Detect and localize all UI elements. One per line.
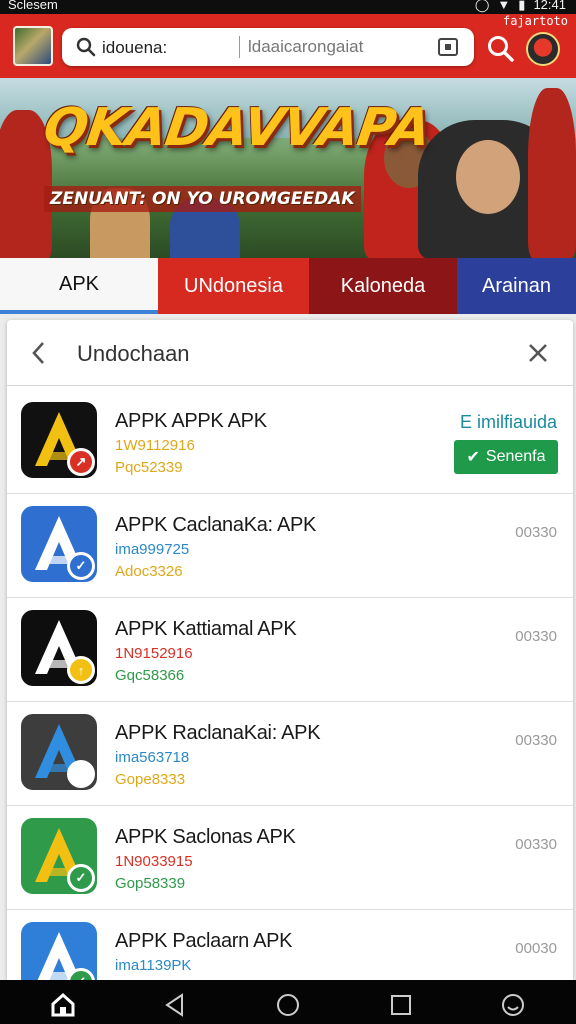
- brand-emblem-icon[interactable]: [526, 32, 560, 66]
- banner-subtitle: ZENUANT: ON YO UROMGEEDAK: [44, 186, 361, 212]
- red-a-icon[interactable]: ↑: [21, 610, 97, 686]
- install-button-label: Senenfa: [485, 448, 546, 465]
- status-icons: ◯ ▼ ▮ 12:41: [475, 0, 566, 12]
- app-logo[interactable]: [13, 26, 53, 66]
- app-list-panel: Undochaan ↗ APPK APPK APK 1W9112916 Pqc5233…: [7, 320, 573, 980]
- search-divider: [239, 36, 240, 58]
- app-list-item[interactable]: ↗ APPK APPK APK 1W9112916 Pqc52339 E imilfia…: [7, 390, 573, 494]
- app-version: 1N9152916: [115, 645, 193, 662]
- apk-green-icon[interactable]: ✓: [21, 818, 97, 894]
- category-tabs: APK UNdonesia Kaloneda Arainan: [0, 258, 576, 314]
- app-badge-icon: ↗: [67, 448, 95, 476]
- search-button-icon[interactable]: [486, 34, 514, 62]
- image-search-icon[interactable]: [438, 38, 458, 56]
- banner-title: QKADAVVAPA: [39, 98, 434, 158]
- app-size: 00330: [515, 836, 557, 853]
- back-icon[interactable]: [29, 340, 49, 366]
- app-list-item[interactable]: APPK RaclanaKai: APK ima563718 Gope8333 003…: [7, 702, 573, 806]
- app-badge-icon: [67, 760, 95, 788]
- map-pin-icon[interactable]: [21, 714, 97, 790]
- tab-arainan[interactable]: Arainan: [457, 258, 576, 314]
- app-bar: idouena:: [0, 14, 576, 78]
- wifi-icon: ▼: [497, 0, 511, 12]
- app-badge-icon: ✓: [67, 552, 95, 580]
- app-list-item[interactable]: ✓ APPK Saclonas APK 1N9033915 Gop58339 00330: [7, 806, 573, 910]
- search-box[interactable]: idouena:: [62, 28, 474, 66]
- blue-a-icon[interactable]: ✓: [21, 922, 97, 980]
- app-size: 00330: [515, 524, 557, 541]
- recent-apps-icon[interactable]: [388, 992, 414, 1018]
- navigation-bar: [0, 980, 576, 1024]
- install-button[interactable]: ✔ Senenfa: [454, 440, 558, 474]
- notification-icon: ◯: [474, 0, 490, 12]
- close-icon[interactable]: [527, 342, 549, 364]
- tab-kaloneda[interactable]: Kaloneda: [309, 258, 457, 314]
- check-icon: ✔: [466, 449, 480, 466]
- letter-a-icon[interactable]: ✓: [21, 506, 97, 582]
- search-query: idouena:: [102, 38, 168, 57]
- app-package-code: Adoc3326: [115, 563, 183, 580]
- app-package-code: Gop58339: [115, 875, 186, 892]
- app-version: 1W9112916: [115, 437, 195, 454]
- app-list-item[interactable]: ↑ APPK Kattiamal APK 1N9152916 Gqc58366 0033…: [7, 598, 573, 702]
- app-name: APPK Saclonas APK: [115, 826, 296, 848]
- search-icon: [76, 37, 96, 57]
- app-package-code: Gope8333: [115, 771, 186, 788]
- panel-title: Undochaan: [77, 341, 190, 366]
- watermark-text: fajartoto: [502, 14, 568, 28]
- app-size: 00330: [515, 732, 557, 749]
- app-version: ima563718: [115, 749, 190, 766]
- home-circle-icon[interactable]: [275, 992, 301, 1018]
- app-package-code: Pqc52339: [115, 459, 183, 476]
- app-name: APPK RaclanaKai: APK: [115, 722, 321, 744]
- app-name: APPK CaclanaKa: APK: [115, 514, 317, 536]
- app-package-code: Gqc58366: [115, 667, 185, 684]
- app-badge-icon: ✓: [67, 864, 95, 892]
- app-name: APPK APPK APK: [115, 410, 267, 432]
- app-size: 00030: [515, 940, 557, 957]
- status-bar: Sclesem ◯ ▼ ▮ 12:41: [0, 0, 576, 14]
- panel-header: Undochaan: [7, 320, 573, 386]
- status-left-text: Sclesem: [8, 0, 58, 12]
- app-version: ima999725: [115, 541, 190, 558]
- assistant-icon[interactable]: [500, 992, 526, 1018]
- app-name: APPK Kattiamal APK: [115, 618, 297, 640]
- back-nav-icon[interactable]: [162, 992, 188, 1018]
- home-icon[interactable]: [50, 992, 76, 1018]
- banner-person-woman-face: [456, 140, 520, 214]
- app-version: 1N9033915: [115, 853, 193, 870]
- app-size: 00330: [515, 628, 557, 645]
- tab-indonesia[interactable]: UNdonesia: [158, 258, 309, 314]
- clock-time: 12:41: [533, 0, 566, 12]
- app-detail-link[interactable]: E imilfiauida: [460, 412, 557, 433]
- tab-apk[interactable]: APK: [0, 258, 158, 314]
- banner-person-right: [528, 88, 576, 258]
- search-input[interactable]: [248, 34, 428, 60]
- battery-icon: ▮: [518, 0, 526, 12]
- app-list-item[interactable]: ✓APPK Paclaarn APKima1139PKGopc583390003…: [7, 910, 573, 980]
- app-list-item[interactable]: ✓ APPK CaclanaKa: APK ima999725 Adoc3326 003…: [7, 494, 573, 598]
- app-name: APPK Paclaarn APK: [115, 930, 293, 952]
- app-badge-icon: ↑: [67, 656, 95, 684]
- app-version: ima1139PK: [115, 957, 192, 974]
- arrow-logo-icon[interactable]: ↗: [21, 402, 97, 478]
